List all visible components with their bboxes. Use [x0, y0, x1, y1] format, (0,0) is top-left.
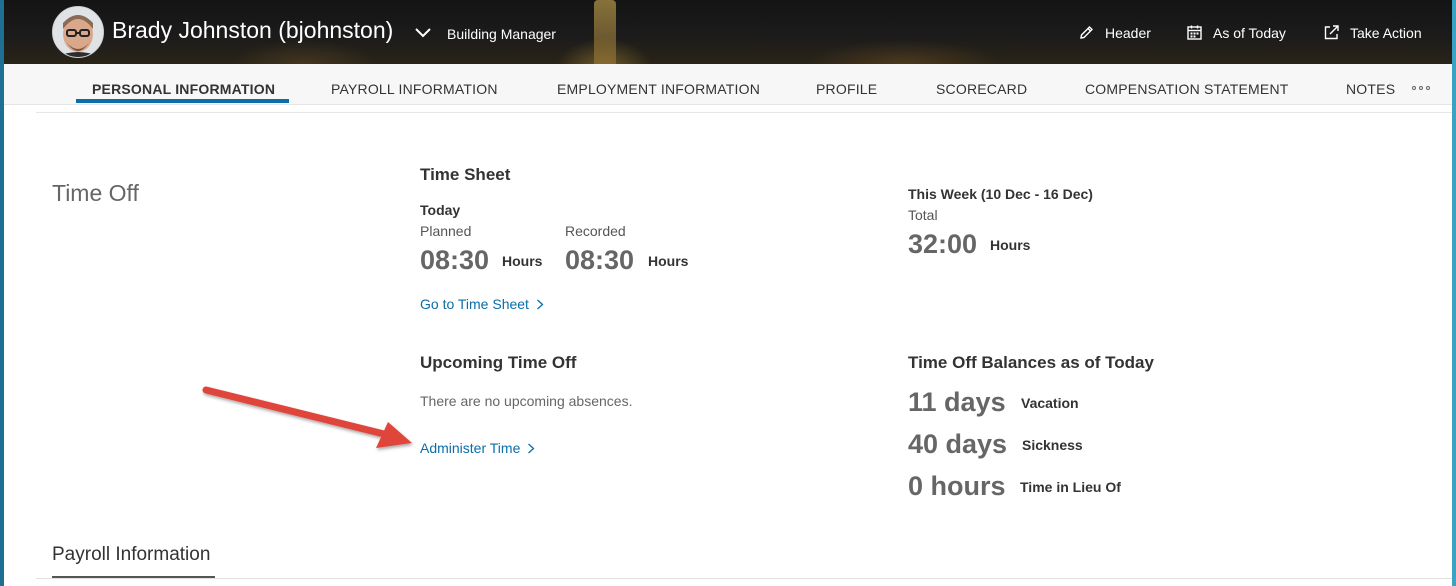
- balance-time-in-lieu-value: 0 hours: [908, 471, 1006, 501]
- app-window: Brady Johnston (bjohnston) Building Mana…: [4, 0, 1452, 586]
- divider: [36, 112, 1452, 113]
- administer-time-label: Administer Time: [420, 440, 521, 456]
- planned-hours-unit: Hours: [502, 253, 543, 269]
- total-hours-unit: Hours: [990, 237, 1031, 253]
- time-off-balances-title: Time Off Balances as of Today: [908, 353, 1154, 372]
- header-edit-label: Header: [1105, 24, 1151, 41]
- more-tabs-icon[interactable]: [1412, 86, 1430, 90]
- recorded-label: Recorded: [565, 223, 626, 239]
- tab-personal-information[interactable]: PERSONAL INFORMATION: [92, 81, 275, 97]
- planned-label: Planned: [420, 223, 472, 239]
- balance-vacation-value: 11 days: [908, 387, 1006, 417]
- total-label: Total: [908, 207, 938, 223]
- go-to-time-sheet-label: Go to Time Sheet: [420, 296, 529, 312]
- chevron-right-icon: [537, 299, 544, 309]
- as-of-today-label: As of Today: [1213, 24, 1286, 41]
- tab-employment-information[interactable]: EMPLOYMENT INFORMATION: [557, 81, 760, 97]
- no-upcoming-absences-text: There are no upcoming absences.: [420, 393, 633, 409]
- time-sheet-title: Time Sheet: [420, 165, 511, 184]
- balance-sickness-label: Sickness: [1022, 437, 1083, 453]
- balance-time-in-lieu-label: Time in Lieu Of: [1020, 479, 1121, 495]
- avatar[interactable]: [52, 6, 104, 58]
- today-label: Today: [420, 202, 461, 218]
- balance-sickness-value: 40 days: [908, 429, 1008, 459]
- tab-compensation-statement[interactable]: COMPENSATION STATEMENT: [1085, 81, 1289, 97]
- administer-time-link[interactable]: Administer Time: [420, 440, 535, 456]
- chevron-down-icon[interactable]: [415, 28, 431, 38]
- take-action-button[interactable]: Take Action: [1323, 24, 1422, 41]
- header-edit-button[interactable]: Header: [1078, 24, 1151, 41]
- take-action-label: Take Action: [1350, 24, 1422, 41]
- section-title-payroll-information: Payroll Information: [52, 544, 211, 565]
- tab-notes[interactable]: NOTES: [1346, 81, 1395, 97]
- annotation-arrow-icon: [202, 386, 412, 448]
- chevron-right-icon: [528, 443, 535, 453]
- go-to-time-sheet-link[interactable]: Go to Time Sheet: [420, 296, 544, 312]
- section-title-time-off: Time Off: [52, 180, 139, 206]
- tab-profile[interactable]: PROFILE: [816, 81, 877, 97]
- balance-vacation-label: Vacation: [1021, 395, 1079, 411]
- total-hours-value: 32:00: [908, 229, 978, 259]
- this-week-title: This Week (10 Dec - 16 Dec): [908, 186, 1093, 202]
- upcoming-time-off-title: Upcoming Time Off: [420, 353, 577, 372]
- planned-hours-value: 08:30: [420, 245, 490, 275]
- user-name: Brady Johnston (bjohnston): [112, 17, 394, 43]
- pencil-icon: [1080, 26, 1093, 39]
- as-of-today-button[interactable]: As of Today: [1186, 24, 1286, 41]
- tab-payroll-information[interactable]: PAYROLL INFORMATION: [331, 81, 498, 97]
- calendar-icon: [1187, 25, 1202, 40]
- tab-scorecard[interactable]: SCORECARD: [936, 81, 1027, 97]
- header-background-decoration: [594, 0, 616, 64]
- profile-header: Brady Johnston (bjohnston) Building Mana…: [4, 0, 1452, 64]
- active-tab-indicator: [76, 99, 289, 103]
- tab-bar: PERSONAL INFORMATION PAYROLL INFORMATION…: [4, 64, 1452, 105]
- divider: [36, 578, 1452, 579]
- recorded-hours-unit: Hours: [648, 253, 689, 269]
- recorded-hours-value: 08:30: [565, 245, 635, 275]
- user-role: Building Manager: [447, 26, 556, 42]
- external-action-icon: [1324, 25, 1339, 40]
